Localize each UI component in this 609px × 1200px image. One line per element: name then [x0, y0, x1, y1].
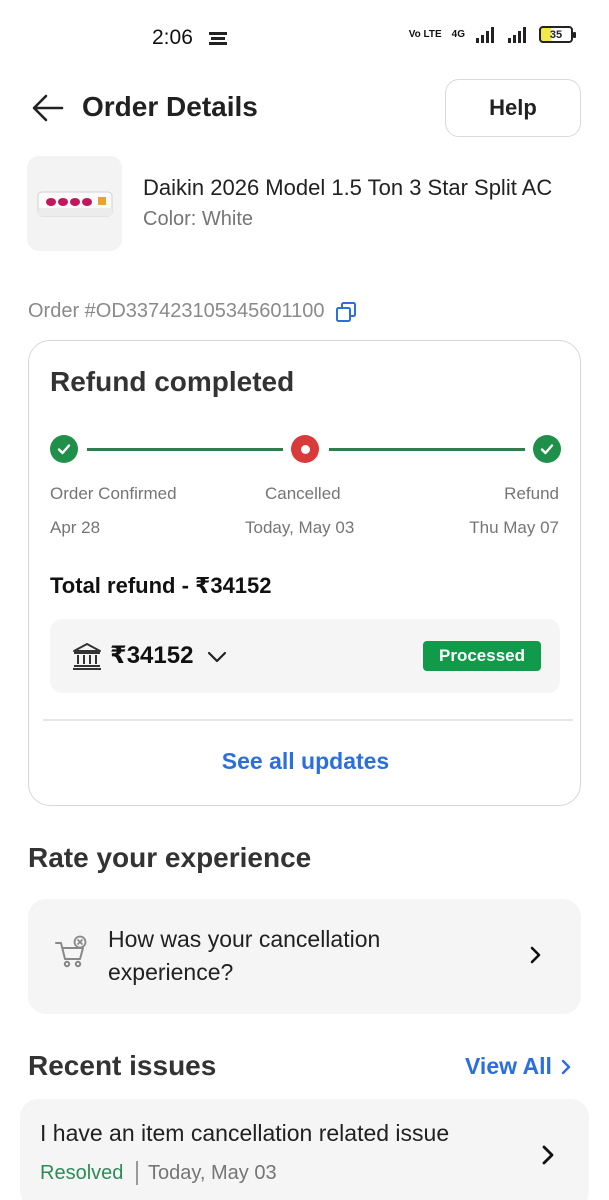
progress-line-2 — [329, 448, 525, 451]
stage-confirmed-check-icon — [50, 435, 78, 463]
arrow-left-icon[interactable] — [28, 88, 68, 128]
stage-refund-check-icon — [533, 435, 561, 463]
refund-title: Refund completed — [50, 366, 295, 397]
view-all-link[interactable]: View All — [465, 1053, 572, 1080]
copy-icon[interactable] — [335, 301, 357, 323]
signal-icon — [476, 26, 494, 43]
network-type: 4G — [451, 29, 465, 40]
issue-date: Today, May 03 — [148, 1162, 277, 1184]
notification-icon — [209, 32, 227, 45]
battery-level: 35 — [549, 28, 563, 41]
refund-status-card: Refund completed Order Confirmed Cancell… — [28, 340, 581, 806]
product-image[interactable] — [27, 156, 122, 251]
order-id-row: Order #OD337423105345601100 — [28, 300, 357, 323]
separator — [136, 1161, 138, 1185]
product-color: Color: White — [143, 208, 254, 230]
air-conditioner-image — [37, 191, 112, 216]
status-badge: Processed — [423, 641, 541, 671]
progress-line-1 — [87, 448, 283, 451]
chevron-right-icon — [530, 946, 541, 964]
status-time: 2:06 — [152, 26, 193, 49]
issue-title: I have an item cancellation related issu… — [40, 1120, 450, 1146]
chevron-right-icon — [542, 1145, 554, 1165]
rate-heading: Rate your experience — [28, 842, 312, 873]
cart-cancel-icon — [55, 935, 87, 968]
see-all-updates-link[interactable]: See all updates — [29, 748, 582, 775]
recent-issues-heading: Recent issues — [28, 1050, 217, 1081]
chevron-right-icon — [561, 1059, 571, 1074]
stage-label-refund: Refund — [504, 484, 559, 503]
bank-icon — [73, 643, 101, 670]
order-id: Order #OD337423105345601100 — [28, 300, 325, 322]
view-all-label: View All — [465, 1053, 552, 1079]
volte-indicator: Vo LTE — [408, 28, 442, 40]
stage-date-confirmed: Apr 28 — [50, 518, 101, 537]
status-bar: 2:06 Vo LTE 4G 35 — [0, 0, 609, 78]
help-button[interactable]: Help — [445, 79, 581, 137]
stage-label-confirmed: Order Confirmed — [50, 484, 177, 503]
stage-cancelled-icon — [291, 435, 319, 463]
stage-date-refund: Thu May 07 — [469, 518, 559, 537]
stage-label-cancelled: Cancelled — [265, 484, 341, 503]
battery-icon: 35 — [539, 26, 576, 43]
stage-date-cancelled: Today, May 03 — [245, 518, 355, 537]
divider — [43, 719, 573, 721]
refund-breakdown-row[interactable]: ₹34152 Processed — [50, 619, 560, 693]
issue-card[interactable]: I have an item cancellation related issu… — [20, 1099, 589, 1200]
rate-question: How was your cancellation experience? — [108, 926, 381, 985]
refund-amount: ₹34152 — [110, 642, 194, 669]
status-icons: Vo LTE 4G 35 — [408, 26, 576, 43]
signal-icon-2 — [508, 26, 526, 43]
product-name[interactable]: Daikin 2026 Model 1.5 Ton 3 Star Split A… — [143, 175, 588, 201]
chevron-down-icon[interactable] — [206, 646, 228, 668]
rate-experience-card[interactable]: How was your cancellation experience? — [28, 899, 581, 1014]
page-title: Order Details — [82, 91, 258, 122]
total-refund: Total refund - ₹34152 — [50, 573, 272, 598]
issue-status: Resolved — [40, 1162, 124, 1184]
